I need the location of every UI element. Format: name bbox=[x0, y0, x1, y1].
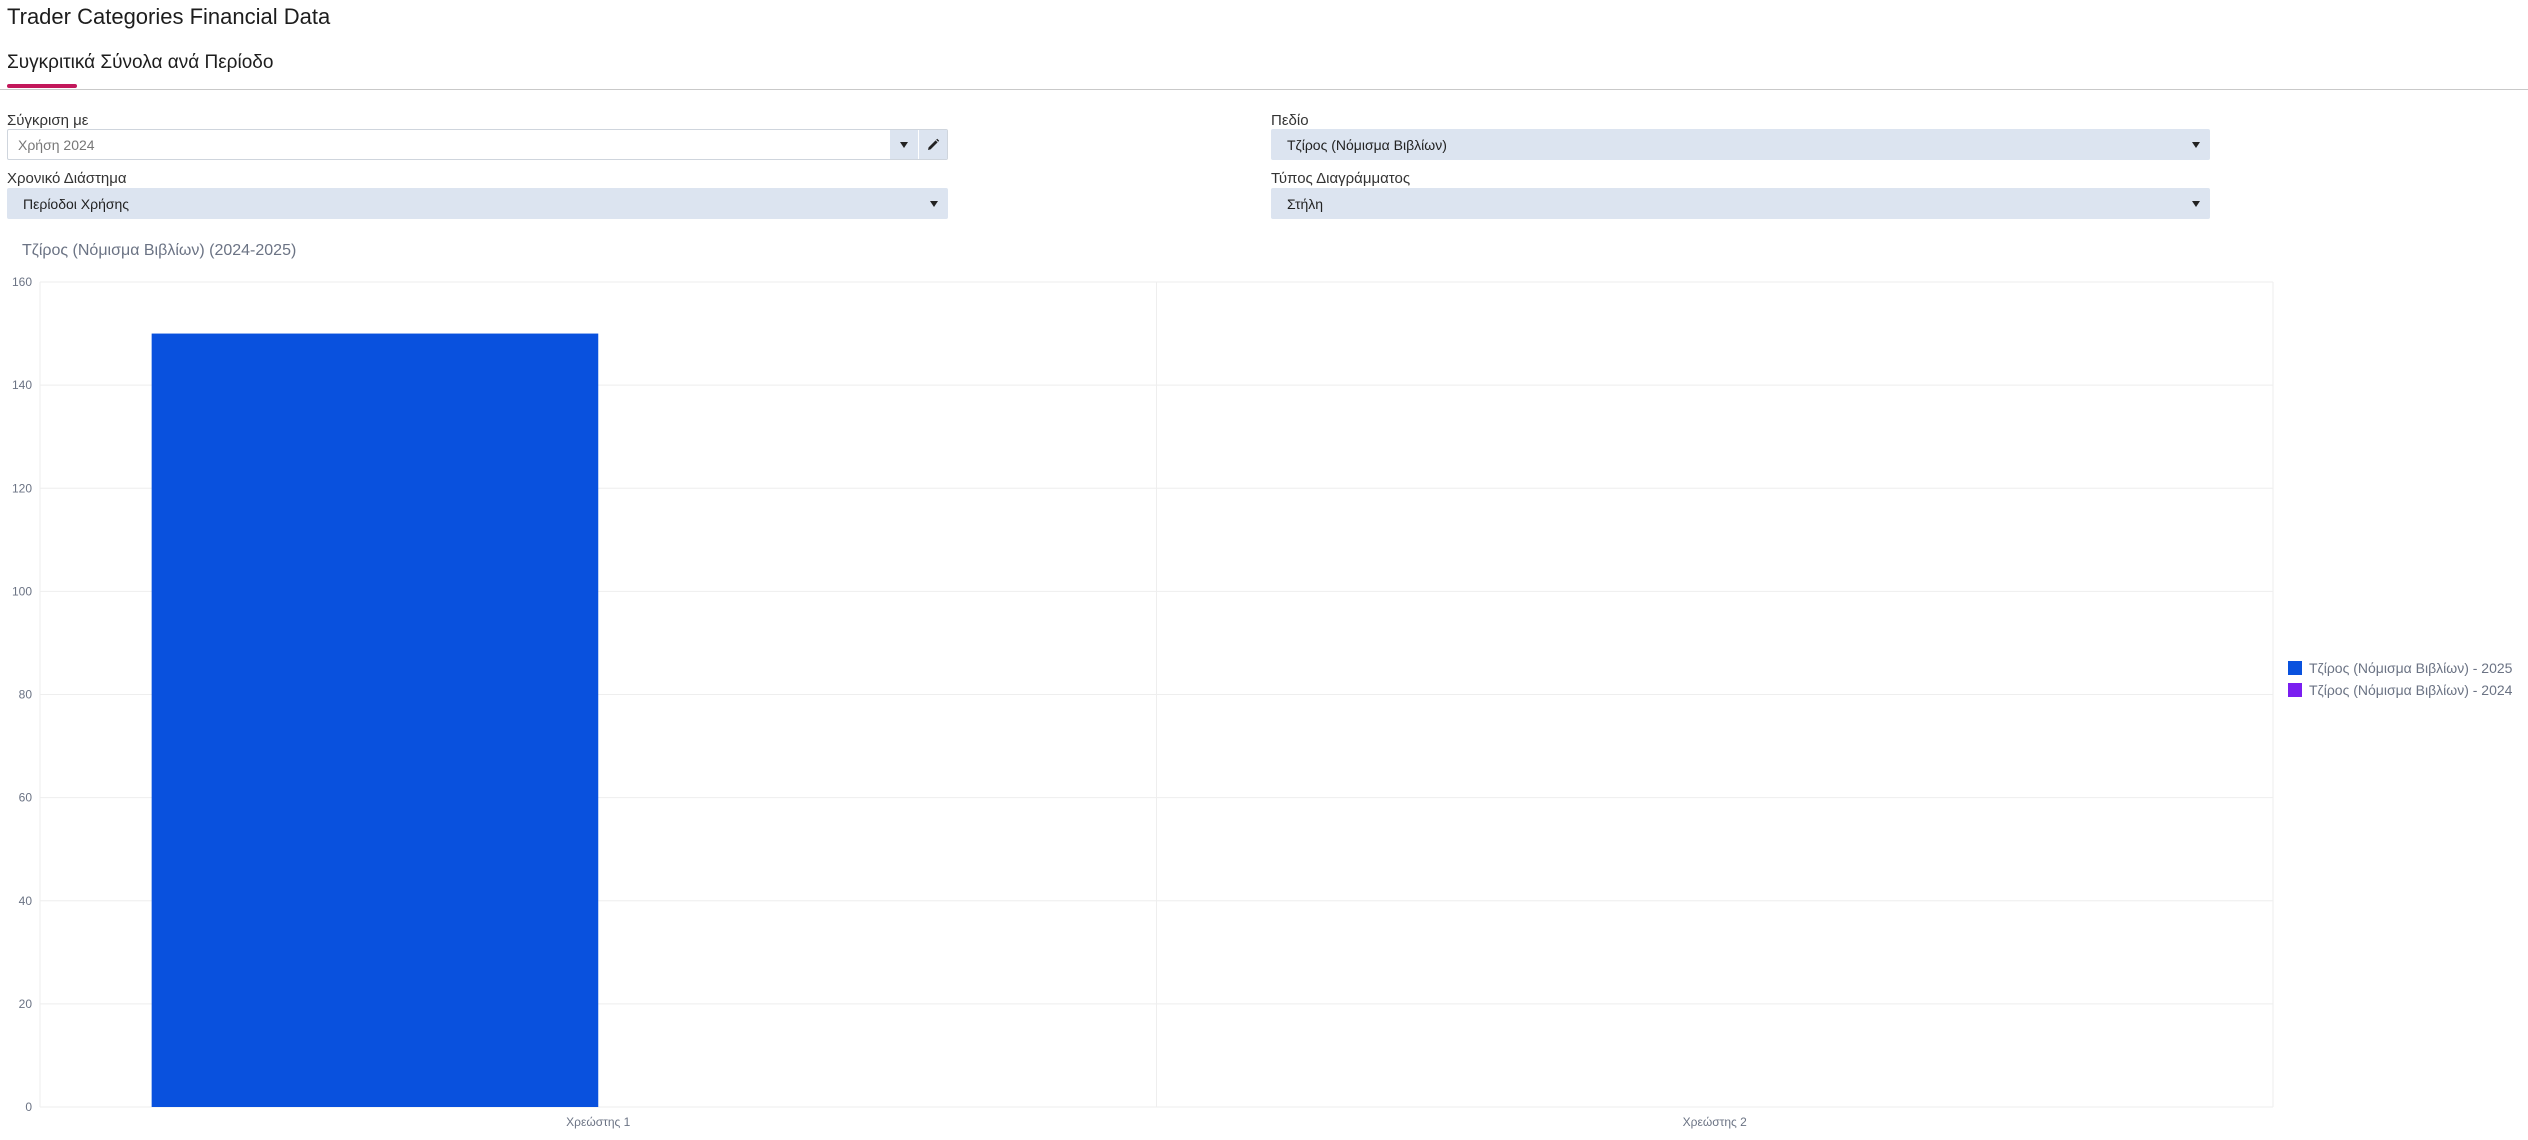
legend-label[interactable]: Τζίρος (Νόμισμα Βιβλίων) - 2025 bbox=[2309, 660, 2513, 676]
x-tick-label: Χρεώστης 2 bbox=[1683, 1115, 1747, 1129]
y-tick-label: 140 bbox=[12, 378, 32, 392]
y-tick-label: 20 bbox=[19, 997, 33, 1011]
y-tick-label: 120 bbox=[12, 481, 32, 495]
y-tick-label: 160 bbox=[12, 275, 32, 289]
y-tick-label: 60 bbox=[19, 791, 33, 805]
x-axis-ticks: Χρεώστης 1 Χρεώστης 2 bbox=[566, 1115, 1747, 1129]
y-tick-label: 80 bbox=[19, 688, 33, 702]
legend-swatch[interactable] bbox=[2288, 683, 2302, 697]
y-tick-label: 0 bbox=[25, 1100, 32, 1114]
bar-chart: 020406080100120140160 Χρεώστης 1 Χρεώστης… bbox=[12, 275, 2513, 1129]
y-tick-label: 40 bbox=[19, 894, 33, 908]
legend-swatch[interactable] bbox=[2288, 661, 2302, 675]
chart-bars bbox=[151, 333, 599, 1107]
x-tick-label: Χρεώστης 1 bbox=[566, 1115, 630, 1129]
chart-legend: Τζίρος (Νόμισμα Βιβλίων) - 2025 Τζίρος (Ν… bbox=[2288, 660, 2513, 698]
page: Trader Categories Financial Data Συγκριτ… bbox=[0, 0, 2528, 1140]
bar-2025[interactable] bbox=[151, 333, 599, 1107]
y-tick-label: 100 bbox=[12, 584, 32, 598]
legend-label[interactable]: Τζίρος (Νόμισμα Βιβλίων) - 2024 bbox=[2309, 682, 2513, 698]
y-axis-ticks: 0 20 40 60 80 100 120 140 160 bbox=[12, 275, 32, 1114]
